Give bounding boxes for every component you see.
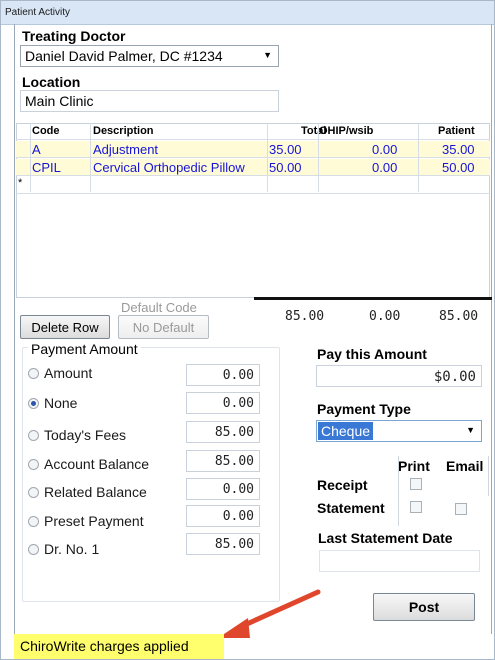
amount-value[interactable]: 0.00 (186, 364, 260, 386)
radio-button-icon (28, 487, 39, 498)
radio-selected-icon (28, 398, 39, 409)
receipt-print-checkbox[interactable] (410, 478, 422, 490)
radio-label: Account Balance (44, 456, 150, 472)
treating-doctor-label: Treating Doctor (22, 28, 126, 44)
radio-amount[interactable]: Amount (28, 365, 92, 381)
radio-todays-fees[interactable]: Today's Fees (28, 427, 126, 443)
radio-account-balance[interactable]: Account Balance (28, 456, 149, 472)
col-header-patient: Patient (438, 125, 475, 137)
none-value: 0.00 (186, 392, 260, 414)
statement-email-checkbox[interactable] (455, 503, 467, 515)
col-header-description: Description (93, 125, 154, 137)
row-code: CPIL (32, 160, 61, 175)
status-bar: ChiroWrite charges applied (14, 634, 224, 659)
email-divider (488, 456, 489, 496)
location-label: Location (22, 74, 81, 90)
radio-button-icon (28, 368, 39, 379)
radio-label: Dr. No. 1 (44, 541, 100, 557)
col-header-code: Code (32, 125, 60, 137)
radio-related-balance[interactable]: Related Balance (28, 484, 147, 500)
annotation-arrow-icon (218, 589, 321, 638)
print-divider-lower (398, 496, 399, 526)
total-ohip: 0.00 (369, 309, 401, 324)
row-ohip: 0.00 (372, 142, 398, 157)
receipt-label: Receipt (317, 477, 368, 493)
radio-label: Related Balance (44, 484, 147, 500)
default-code-label: Default Code (121, 300, 197, 315)
related-balance-value: 0.00 (186, 478, 260, 500)
todays-fees-value: 85.00 (186, 421, 260, 443)
last-statement-date-label: Last Statement Date (318, 530, 453, 546)
radio-preset-payment[interactable]: Preset Payment (28, 513, 144, 529)
radio-button-icon (28, 459, 39, 470)
row-description: Adjustment (93, 142, 159, 157)
grid-divider (418, 123, 419, 192)
grid-divider (90, 123, 91, 192)
row-description: Cervical Orthopedic Pillow (93, 160, 245, 175)
grid-divider (318, 123, 319, 192)
pay-this-amount-label: Pay this Amount (317, 346, 427, 362)
totals-separator (254, 297, 492, 300)
col-header-ohip: OHIP/wsib (319, 125, 374, 137)
row-patient: 50.00 (442, 160, 475, 175)
row-patient: 35.00 (442, 142, 475, 157)
window-title: Patient Activity (1, 1, 494, 25)
payment-type-value: Cheque (318, 422, 374, 440)
grid-divider (30, 123, 31, 192)
no-default-button[interactable]: No Default (118, 315, 209, 339)
total-patient: 85.00 (439, 309, 479, 324)
account-balance-value: 85.00 (186, 450, 260, 472)
print-divider (398, 456, 399, 496)
new-row-marker: * (18, 177, 23, 189)
print-label: Print (398, 458, 430, 474)
treating-doctor-value: Daniel David Palmer, DC #1234 (25, 48, 223, 64)
radio-button-icon (28, 516, 39, 527)
radio-label: Today's Fees (44, 427, 127, 443)
location-field[interactable]: Main Clinic (20, 90, 279, 112)
radio-button-icon (28, 430, 39, 441)
pay-this-amount-field[interactable]: $0.00 (316, 365, 482, 387)
statement-label: Statement (317, 500, 385, 516)
radio-dr-no-1[interactable]: Dr. No. 1 (28, 541, 99, 557)
statement-print-checkbox[interactable] (410, 501, 422, 513)
radio-button-icon (28, 544, 39, 555)
payment-type-label: Payment Type (317, 401, 411, 417)
row-total: 50.00 (269, 160, 302, 175)
radio-none[interactable]: None (28, 395, 77, 411)
row-code: A (32, 142, 41, 157)
grid-divider (267, 123, 268, 192)
row-ohip: 0.00 (372, 160, 398, 175)
chevron-down-icon: ▼ (263, 50, 272, 60)
post-button[interactable]: Post (373, 593, 475, 621)
radio-label: Preset Payment (44, 513, 144, 529)
payment-amount-title: Payment Amount (28, 341, 141, 357)
delete-row-button[interactable]: Delete Row (20, 315, 110, 339)
payment-type-select[interactable]: Cheque ▼ (316, 420, 482, 442)
last-statement-date-field[interactable] (319, 550, 480, 572)
dr-no-1-value: 85.00 (186, 533, 260, 555)
treating-doctor-select[interactable]: Daniel David Palmer, DC #1234 ▼ (20, 45, 279, 67)
row-total: 35.00 (269, 142, 302, 157)
preset-payment-value: 0.00 (186, 505, 260, 527)
email-label: Email (446, 458, 484, 474)
radio-label: None (44, 395, 78, 411)
total-amount: 85.00 (285, 309, 325, 324)
chevron-down-icon: ▼ (466, 425, 475, 435)
radio-label: Amount (44, 365, 93, 381)
